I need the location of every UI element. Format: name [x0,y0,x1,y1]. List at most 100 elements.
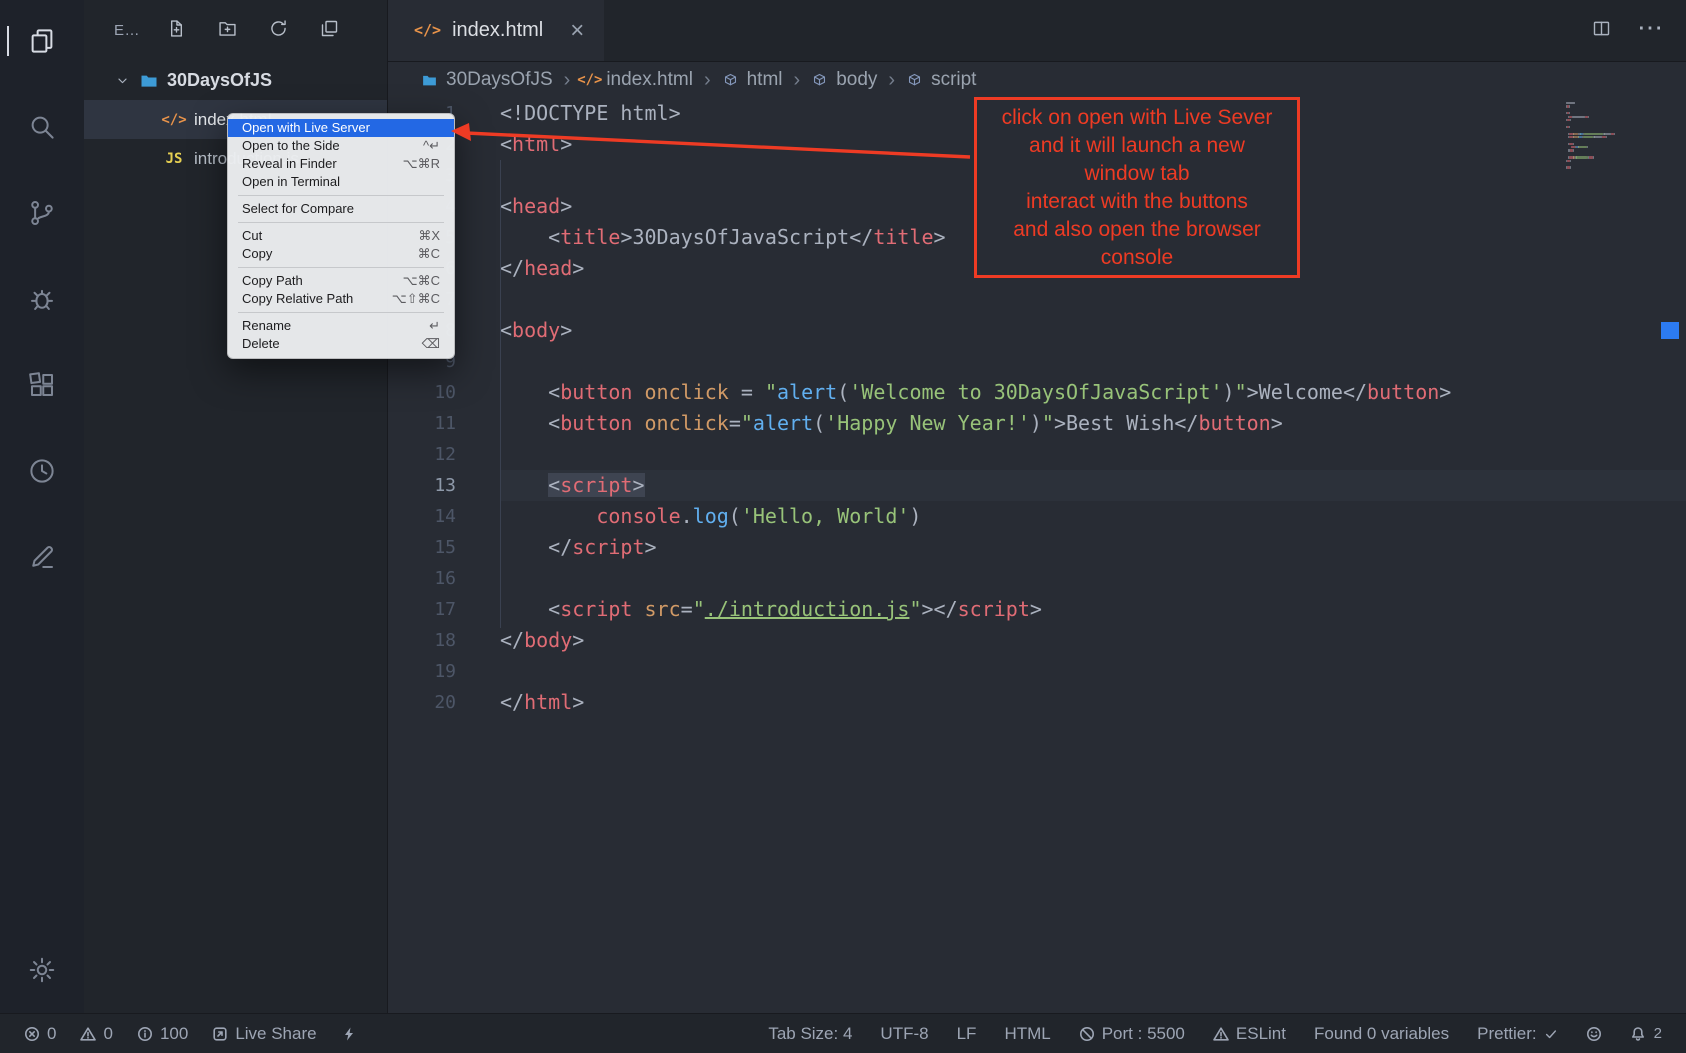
code-line-text[interactable]: </body> [500,625,1686,656]
annotation-text-line: window tab [977,160,1297,188]
context-menu-item-delete[interactable]: Delete⌫ [228,335,454,353]
code-line-text[interactable]: </html> [500,687,1686,718]
code-line-text[interactable]: <script> [500,470,1686,501]
tab-index-html[interactable]: </> index.html × [388,0,604,61]
breadcrumb-item-script[interactable]: script [906,69,976,91]
encoding-status[interactable]: UTF-8 [880,1024,928,1044]
activity-feedback[interactable] [23,538,61,576]
activity-timeline[interactable] [23,452,61,490]
code-line-text[interactable] [500,439,1686,470]
context-menu-item-reveal-in-finder[interactable]: Reveal in Finder⌥⌘R [228,155,454,173]
annotation-text-line: console [977,244,1297,272]
bolt-icon [341,1026,357,1042]
context-menu-item-select-for-compare[interactable]: Select for Compare [228,200,454,218]
code-line-text[interactable]: <button onclick = "alert('Welcome to 30D… [500,377,1686,408]
activity-extensions[interactable] [23,366,61,404]
code-line-text[interactable] [500,284,1686,315]
explorer-icon [27,26,57,56]
source-control-icon [27,198,57,228]
context-menu-item-open-to-the-side[interactable]: Open to the Side ^↵ [228,137,454,155]
breadcrumb-item-html[interactable]: html [722,69,783,91]
errors-count-status[interactable]: 0 [24,1024,56,1044]
code-line-text[interactable] [500,656,1686,687]
code-line-14: 14 console.log('Hello, World') [388,501,1686,532]
cube-icon [722,72,739,89]
close-tab-icon[interactable]: × [570,19,584,43]
menu-item-shortcut: ⌥⇧⌘C [392,290,440,308]
menu-item-label: Copy Path [242,272,303,290]
folder-icon [139,71,159,91]
breadcrumb: 30DaysOfJS›</>index.html›html›body›scrip… [388,62,1686,98]
context-menu-item-open-in-terminal[interactable]: Open in Terminal [228,173,454,191]
smiley-icon [1586,1026,1602,1042]
variables-found-status[interactable]: Found 0 variables [1314,1024,1449,1044]
collapse-all-icon [319,18,340,39]
breadcrumb-item-body[interactable]: body [811,69,877,91]
feedback-smiley-status[interactable] [1586,1026,1602,1042]
context-menu-item-copy[interactable]: Copy⌘C [228,245,454,263]
breadcrumb-separator-icon: › [888,69,895,92]
activity-run-debug[interactable] [23,280,61,318]
warnings-count-status[interactable]: 0 [80,1024,112,1044]
info-count-status[interactable]: 100 [137,1024,188,1044]
status-label: Port : 5500 [1102,1024,1185,1044]
code-line-8: 8<body> [388,315,1686,346]
split-editor-button[interactable] [1591,18,1612,44]
new-folder-button[interactable] [217,18,238,44]
activity-search[interactable] [23,108,61,146]
menu-item-label: Rename [242,317,291,335]
status-label: LF [957,1024,977,1044]
code-line-text[interactable] [500,346,1686,377]
context-menu-item-cut[interactable]: Cut⌘X [228,227,454,245]
code-line-text[interactable]: </script> [500,532,1686,563]
prettier-status[interactable]: Prettier: [1477,1024,1558,1044]
context-menu-item-copy-path[interactable]: Copy Path⌥⌘C [228,272,454,290]
language-mode-status[interactable]: HTML [1004,1024,1050,1044]
line-number: 19 [388,656,456,687]
notifications-status[interactable]: 2 [1630,1025,1662,1042]
tab-size-status[interactable]: Tab Size: 4 [768,1024,852,1044]
explorer-title: E… [114,22,140,39]
new-file-button[interactable] [166,18,187,44]
breadcrumb-label: 30DaysOfJS [446,69,553,91]
menu-item-label: Open to the Side [242,137,340,155]
activity-settings[interactable] [23,951,61,989]
quick-action-status[interactable] [341,1026,357,1042]
collapse-folders-button[interactable] [319,18,340,44]
more-actions-button[interactable]: ⋯ [1642,20,1658,42]
activity-source-control[interactable] [23,194,61,232]
code-line-text[interactable]: <button onclick="alert('Happy New Year!'… [500,408,1686,439]
menu-separator [238,222,444,223]
code-line-text[interactable]: <script src="./introduction.js"></script… [500,594,1686,625]
code-line-18: 18</body> [388,625,1686,656]
live-share-status[interactable]: Live Share [212,1024,316,1044]
context-menu-item-open-with-live-server[interactable]: Open with Live Server [228,119,454,137]
context-menu-item-copy-relative-path[interactable]: Copy Relative Path ⌥⇧⌘C [228,290,454,308]
tree-root-folder[interactable]: 30DaysOfJS [84,61,387,100]
live-server-port-status[interactable]: Port : 5500 [1079,1024,1185,1044]
activity-explorer[interactable] [23,22,61,60]
code-line-text[interactable]: console.log('Hello, World') [500,501,1686,532]
menu-item-shortcut: ^↵ [423,137,440,155]
context-menu-item-rename[interactable]: Rename↵ [228,317,454,335]
indent-guide [500,160,501,628]
code-line-text[interactable] [500,563,1686,594]
overview-ruler-marker [1661,322,1679,339]
tab-bar: </> index.html × ⋯ [388,0,1686,62]
info-circle-icon [137,1026,153,1042]
eol-status[interactable]: LF [957,1024,977,1044]
split-icon [1591,18,1612,39]
code-line-12: 12 [388,439,1686,470]
eslint-status[interactable]: ESLint [1213,1024,1286,1044]
breadcrumb-item-30daysofjs[interactable]: 30DaysOfJS [421,69,553,91]
status-label: ESLint [1236,1024,1286,1044]
line-number: 13 [388,470,456,501]
menu-item-label: Copy Relative Path [242,290,353,308]
menu-separator [238,267,444,268]
annotation-text-line: and it will launch a new [977,132,1297,160]
status-bar: 0 0 100 Live Share Tab Size: 4 UTF-8 LF HTML Po… [0,1013,1686,1053]
breadcrumb-item-index-html[interactable]: </>index.html [581,69,693,91]
code-line-text[interactable]: <body> [500,315,1686,346]
refresh-explorer-button[interactable] [268,18,289,44]
minimap[interactable] [1566,102,1666,170]
